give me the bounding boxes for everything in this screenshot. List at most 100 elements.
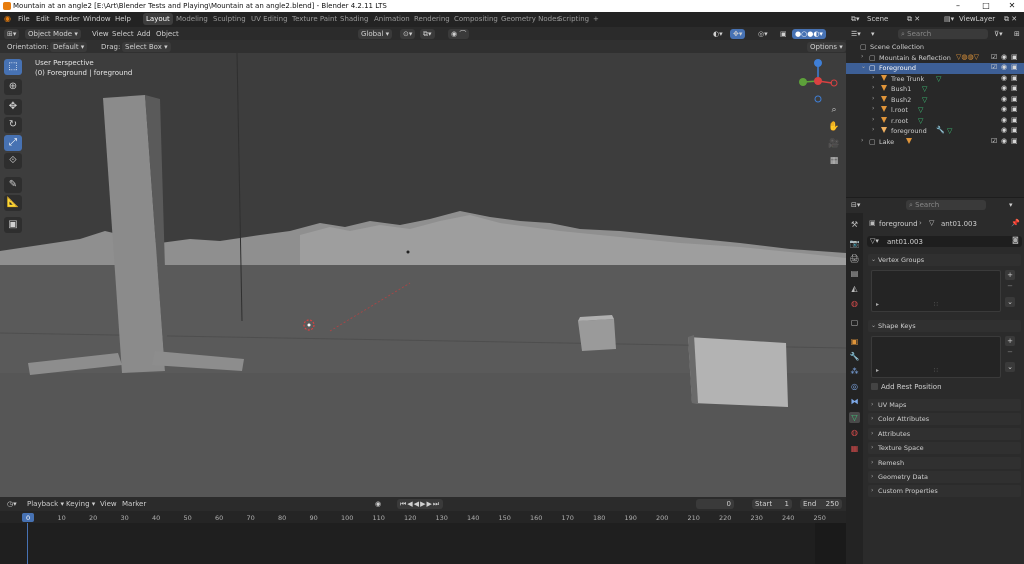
select-box-tool[interactable]: ⬚ — [4, 59, 22, 75]
mesh-data-icon[interactable]: ▽ — [947, 127, 952, 135]
blender-menu-icon[interactable]: ◉ — [4, 14, 11, 23]
eye-icon[interactable]: ◉ — [1001, 74, 1007, 82]
scale-tool[interactable]: ⤢ — [4, 135, 22, 151]
proportional-edit-button[interactable]: ◉ ⌒ — [448, 29, 470, 39]
add-vertex-group-button[interactable]: + — [1005, 270, 1015, 280]
scene-actions[interactable]: ⧉ ✕ — [904, 14, 923, 24]
outliner-row-mountain-reflection[interactable]: › ▢ Mountain & Reflection ▽◍◍▽ ☑ ◉ ▣ — [846, 53, 1024, 64]
texture-tab-icon[interactable]: ▦ — [849, 443, 860, 454]
transform-tool[interactable]: ⟐ — [4, 153, 22, 169]
render-camera-icon[interactable]: ▣ — [1011, 116, 1018, 124]
list-resize-handle[interactable]: ∷ — [934, 301, 938, 308]
minimize-button[interactable]: – — [950, 1, 966, 10]
drag-dropdown[interactable]: Select Box ▾ — [122, 42, 171, 52]
eye-icon[interactable]: ◉ — [1001, 105, 1007, 113]
render-camera-icon[interactable]: ▣ — [1011, 105, 1018, 113]
physics-tab-icon[interactable]: ◎ — [849, 381, 860, 392]
menu-object[interactable]: Object — [153, 29, 182, 39]
material-tab-icon[interactable]: ◍ — [849, 427, 860, 438]
pin-icon[interactable]: ▾ — [1006, 200, 1016, 210]
navigation-gizmo[interactable] — [798, 57, 838, 107]
editor-type-dropdown[interactable]: ⊞▾ — [4, 29, 20, 39]
chevron-right-icon[interactable]: › — [861, 53, 863, 60]
custom-properties-panel[interactable]: › Custom Properties — [868, 485, 1021, 497]
checkbox-icon[interactable]: ☑ — [991, 137, 997, 145]
timeline-area[interactable]: 0 10 20 30 40 50 60 70 80 90 100 110 120 130 140 150 160… — [0, 511, 846, 564]
gizmo-toggle[interactable]: ✥▾ — [730, 29, 746, 39]
world-tab-icon[interactable]: ◍ — [849, 298, 860, 309]
menu-window[interactable]: Window — [83, 15, 111, 23]
shape-keys-panel[interactable]: ⌄ Shape Keys — [868, 320, 1021, 332]
options-dropdown[interactable]: Options ▾ — [807, 42, 846, 52]
viewlayer-icon[interactable]: ▤▾ — [941, 14, 957, 24]
current-frame-field[interactable]: 0 — [696, 499, 734, 509]
chevron-right-icon[interactable]: › — [872, 74, 874, 81]
zoom-icon[interactable]: ⌕ — [827, 103, 841, 117]
render-camera-icon[interactable]: ▣ — [1011, 53, 1018, 61]
xray-toggle[interactable]: ▣ — [777, 29, 790, 39]
visibility-dropdown[interactable]: ◐▾ — [710, 29, 726, 39]
camera-icon[interactable]: 🎥 — [827, 137, 841, 151]
menu-add[interactable]: Add — [134, 29, 154, 39]
outliner-row-tree-trunk[interactable]: › Tree Trunk ▽ ◉ ▣ — [846, 74, 1024, 85]
tab-sculpting[interactable]: Sculpting — [213, 15, 246, 23]
outliner-row-foreground-object[interactable]: › foreground 🔧 ▽ ◉ ▣ — [846, 126, 1024, 137]
viewlayer-actions[interactable]: ⧉ ✕ — [1001, 14, 1020, 24]
geometry-data-panel[interactable]: › Geometry Data — [868, 471, 1021, 483]
grid-icon[interactable]: ▦ — [827, 154, 841, 168]
mesh-data-icon[interactable]: ▽ — [922, 85, 927, 93]
color-attributes-panel[interactable]: › Color Attributes — [868, 413, 1021, 425]
tool-tab-icon[interactable]: ⚒ — [849, 219, 860, 230]
outliner-row-r-root[interactable]: › r.root ▽ ◉ ▣ — [846, 116, 1024, 127]
add-workspace-button[interactable]: + — [593, 15, 599, 23]
cursor-tool[interactable]: ⊕ — [4, 79, 22, 95]
measure-tool[interactable]: 📐 — [4, 195, 22, 211]
tab-rendering[interactable]: Rendering — [414, 15, 450, 23]
eye-icon[interactable]: ◉ — [1001, 84, 1007, 92]
outliner-editor-type[interactable]: ☰▾ — [848, 29, 864, 39]
render-camera-icon[interactable]: ▣ — [1011, 137, 1018, 145]
checkbox-icon[interactable]: ☑ — [991, 53, 997, 61]
render-camera-icon[interactable]: ▣ — [1011, 126, 1018, 134]
menu-marker[interactable]: Marker — [119, 499, 149, 509]
tab-uv-editing[interactable]: UV Editing — [251, 15, 288, 23]
eye-icon[interactable]: ◉ — [1001, 53, 1007, 61]
remove-shape-key-button[interactable]: − — [1005, 347, 1015, 357]
overlay-toggle[interactable]: ◎▾ — [755, 29, 771, 39]
chevron-right-icon[interactable]: › — [872, 116, 874, 123]
checkbox-icon[interactable]: ☑ — [991, 63, 997, 71]
render-tab-icon[interactable]: 📷 — [849, 238, 860, 249]
end-frame-field[interactable]: End 250 — [800, 499, 842, 509]
remove-vertex-group-button[interactable]: − — [1005, 281, 1015, 291]
fake-user-shield-icon[interactable]: ◙ — [1012, 236, 1019, 244]
outliner-row-scene-collection[interactable]: ▢ Scene Collection — [846, 42, 1024, 53]
list-resize-handle[interactable]: ∷ — [934, 367, 938, 374]
menu-help[interactable]: Help — [115, 15, 131, 23]
outliner-search-input[interactable]: ⌕ Search — [898, 29, 988, 39]
tab-texture-paint[interactable]: Texture Paint — [292, 15, 337, 23]
menu-select[interactable]: Select — [109, 29, 137, 39]
outliner-row-lake[interactable]: › ▢ Lake ☑ ◉ ▣ — [846, 137, 1024, 148]
auto-keying-toggle[interactable]: ◉ — [372, 499, 384, 509]
render-camera-icon[interactable]: ▣ — [1011, 95, 1018, 103]
outliner-row-foreground-collection[interactable]: ⌄ ▢ Foreground ☑ ◉ ▣ — [846, 63, 1024, 74]
close-button[interactable]: ✕ — [1004, 1, 1020, 10]
tab-shading[interactable]: Shading — [340, 15, 368, 23]
particles-tab-icon[interactable]: ⁂ — [849, 366, 860, 377]
vertex-group-specials-button[interactable]: ⌄ — [1005, 297, 1015, 307]
menu-file[interactable]: File — [18, 15, 30, 23]
3d-viewport[interactable]: User Perspective (0) Foreground | foregr… — [0, 53, 846, 497]
mesh-data-icon[interactable]: ▽ — [922, 96, 927, 104]
menu-playback[interactable]: Playback ▾ — [24, 499, 67, 509]
collection-tab-icon[interactable]: ▢ — [849, 317, 860, 328]
add-shape-key-button[interactable]: + — [1005, 336, 1015, 346]
menu-render[interactable]: Render — [55, 15, 80, 23]
mesh-data-icon[interactable]: ▽ — [918, 117, 923, 125]
mesh-data-icon[interactable]: ▽ — [918, 106, 923, 114]
annotate-tool[interactable]: ✎ — [4, 177, 22, 193]
orientation-dropdown[interactable]: Default ▾ — [50, 42, 88, 52]
output-tab-icon[interactable]: 🖨 — [849, 253, 860, 264]
list-expand-icon[interactable]: ▸ — [876, 367, 879, 374]
constraints-tab-icon[interactable]: ⧓ — [849, 396, 860, 407]
uv-maps-panel[interactable]: › UV Maps — [868, 399, 1021, 411]
